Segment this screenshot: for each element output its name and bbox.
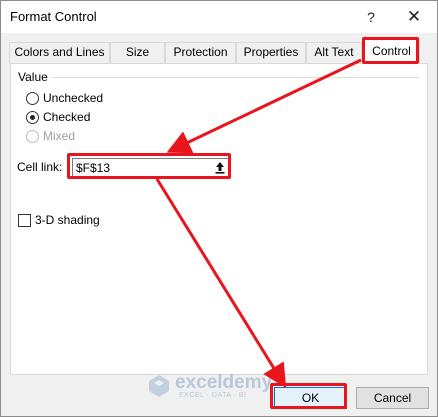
arrow-control-to-cell-link <box>166 58 362 154</box>
annotation-arrows <box>155 58 362 389</box>
arrow-cell-link-to-ok <box>155 178 287 389</box>
